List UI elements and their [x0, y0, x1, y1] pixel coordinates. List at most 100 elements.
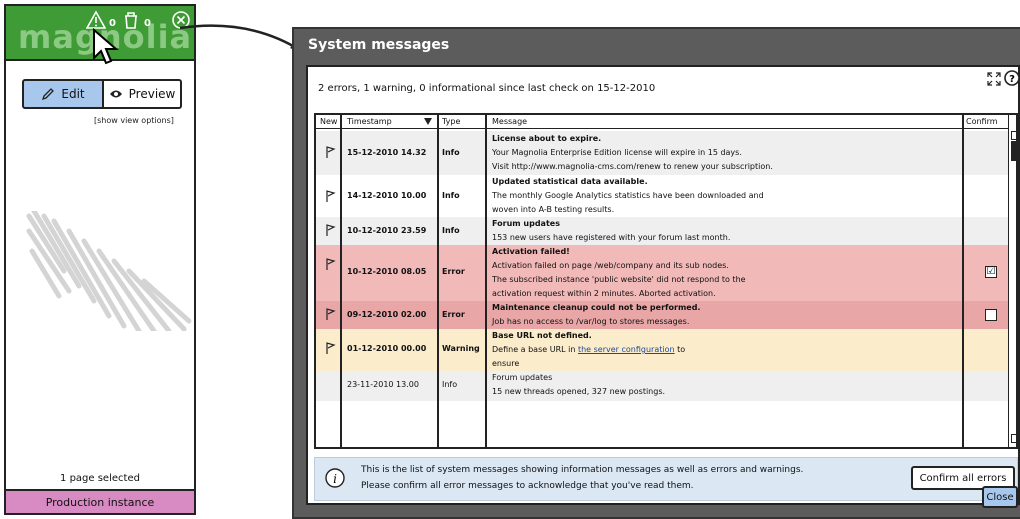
message-cell: License about to expire. Your Magnolia E…	[492, 132, 773, 174]
warning-icon[interactable]	[86, 10, 106, 30]
timestamp: 10-12-2010 08.05	[347, 267, 427, 276]
header-timestamp[interactable]: Timestamp	[347, 117, 392, 126]
info-text: This is the list of system messages show…	[361, 462, 803, 494]
brand-bar: magnolia 0 0	[6, 6, 194, 65]
message-line: Your Magnolia Enterprise Edition license…	[492, 148, 742, 157]
scroll-thumb[interactable]	[1011, 141, 1016, 161]
confirm-checkbox[interactable]	[985, 309, 997, 321]
close-button[interactable]: Close	[982, 486, 1018, 508]
edit-button[interactable]: Edit	[22, 79, 104, 109]
message-line: activation request within 2 minutes. Abo…	[492, 289, 716, 298]
preview-button[interactable]: Preview	[102, 79, 182, 109]
table-row[interactable]: 23-11-2010 13.00 Info Forum updates 15 n…	[316, 371, 1008, 401]
type: Info	[442, 148, 460, 157]
message-title: Base URL not defined.	[492, 331, 592, 340]
message-text: Define a base URL in	[492, 345, 578, 354]
type: Info	[442, 380, 458, 389]
placeholder-scribble	[26, 211, 192, 331]
messages-table: 15-12-2010 14.32 Info License about to e…	[314, 113, 1018, 449]
flag-icon[interactable]	[324, 223, 336, 237]
message-line: woven into A-B testing results.	[492, 205, 615, 214]
edit-label: Edit	[61, 87, 85, 101]
svg-text:i: i	[333, 472, 337, 486]
message-cell: Base URL not defined. Define a base URL …	[492, 329, 685, 371]
system-messages-dialog: System messages 2 errors, 1 warning, 0 i…	[292, 27, 1020, 519]
dialog-body: 2 errors, 1 warning, 0 informational sin…	[306, 65, 1020, 505]
curved-arrow	[179, 24, 303, 54]
confirm-checkbox-checked[interactable]: ☑	[985, 266, 997, 278]
column-divider	[962, 115, 964, 447]
svg-text:?: ?	[1009, 74, 1015, 85]
table-row[interactable]: 01-12-2010 00.00 Warning Base URL not de…	[316, 329, 1008, 371]
timestamp: 14-12-2010 10.00	[347, 191, 427, 200]
message-line: Activation failed on page /web/company a…	[492, 261, 729, 270]
flag-icon[interactable]	[324, 341, 336, 355]
header-new[interactable]: New	[320, 117, 337, 126]
table-row[interactable]: 09-12-2010 02.00 Error Maintenance clean…	[316, 301, 1008, 329]
message-line: The subscribed instance 'public website'…	[492, 275, 746, 284]
header-confirm[interactable]: Confirm	[966, 117, 998, 126]
message-cell: Updated statistical data available. The …	[492, 175, 764, 217]
flag-icon[interactable]	[324, 307, 336, 321]
message-title: Updated statistical data available.	[492, 177, 648, 186]
show-view-options-link[interactable]: [show view options]	[94, 116, 174, 125]
message-cell: Maintenance cleanup could not be perform…	[492, 301, 700, 329]
table-row[interactable]: 10-12-2010 08.05 Error Activation failed…	[316, 245, 1008, 301]
message-title: Forum updates	[492, 373, 553, 382]
dialog-title: System messages	[308, 37, 450, 53]
message-cell: Forum updates 15 new threads opened, 327…	[492, 371, 665, 399]
type: Warning	[442, 344, 480, 353]
mouse-cursor-icon	[93, 28, 119, 65]
message-line: Job has no access to /var/log to stores …	[492, 317, 690, 326]
timestamp: 01-12-2010 00.00	[347, 344, 427, 353]
left-panel: magnolia 0 0 Edit Preview [show view opt…	[4, 4, 196, 515]
message-line: ensure	[492, 359, 520, 368]
production-instance-bar: Production instance	[6, 489, 194, 513]
message-title: Forum updates	[492, 219, 560, 228]
summary-text: 2 errors, 1 warning, 0 informational sin…	[318, 83, 656, 94]
info-box: i This is the list of system messages sh…	[314, 457, 1018, 501]
column-divider	[485, 115, 487, 447]
timestamp: 23-11-2010 13.00	[347, 380, 419, 389]
message-line: The monthly Google Analytics statistics …	[492, 191, 764, 200]
type: Error	[442, 267, 465, 276]
message-cell: Activation failed! Activation failed on …	[492, 245, 746, 301]
eye-icon	[109, 90, 122, 98]
message-title: Activation failed!	[492, 247, 570, 256]
flag-icon[interactable]	[324, 145, 336, 159]
table-header: New Timestamp Type Message Confirm	[316, 115, 1016, 129]
scroll-up-icon[interactable]	[1011, 131, 1016, 140]
column-divider	[437, 115, 439, 447]
timestamp: 09-12-2010 02.00	[347, 310, 427, 319]
flag-icon[interactable]	[324, 189, 336, 203]
expand-icon[interactable]	[986, 71, 1002, 87]
flag-icon[interactable]	[324, 257, 336, 271]
message-text: to	[674, 345, 686, 354]
pencil-icon	[42, 88, 55, 101]
server-configuration-link[interactable]: the server configuration	[578, 345, 675, 354]
header-type[interactable]: Type	[442, 117, 460, 126]
table-scrollbar[interactable]	[1008, 115, 1016, 447]
table-row[interactable]: 15-12-2010 14.32 Info License about to e…	[316, 131, 1008, 175]
message-line: Visit http://www.magnolia-cms.com/renew …	[492, 162, 773, 171]
info-line: This is the list of system messages show…	[361, 465, 804, 475]
message-title: Maintenance cleanup could not be perform…	[492, 303, 701, 312]
table-row[interactable]: 10-12-2010 23.59 Info Forum updates 153 …	[316, 217, 1008, 245]
timestamp: 15-12-2010 14.32	[347, 148, 427, 157]
message-line: 153 new users have registered with your …	[492, 233, 731, 242]
scroll-down-icon[interactable]	[1011, 434, 1016, 443]
type: Error	[442, 310, 465, 319]
trash-icon[interactable]	[121, 10, 141, 30]
header-message[interactable]: Message	[492, 117, 527, 126]
column-divider	[340, 115, 342, 447]
message-cell: Forum updates 153 new users have registe…	[492, 217, 730, 245]
sort-desc-icon[interactable]	[424, 118, 432, 125]
table-row[interactable]: 14-12-2010 10.00 Info Updated statistica…	[316, 175, 1008, 217]
trash-count: 0	[144, 18, 151, 29]
help-icon[interactable]: ?	[1004, 70, 1020, 86]
type: Info	[442, 191, 460, 200]
message-line: 15 new threads opened, 327 new postings.	[492, 387, 666, 396]
message-title: License about to expire.	[492, 134, 602, 143]
type: Info	[442, 226, 460, 235]
timestamp: 10-12-2010 23.59	[347, 226, 427, 235]
